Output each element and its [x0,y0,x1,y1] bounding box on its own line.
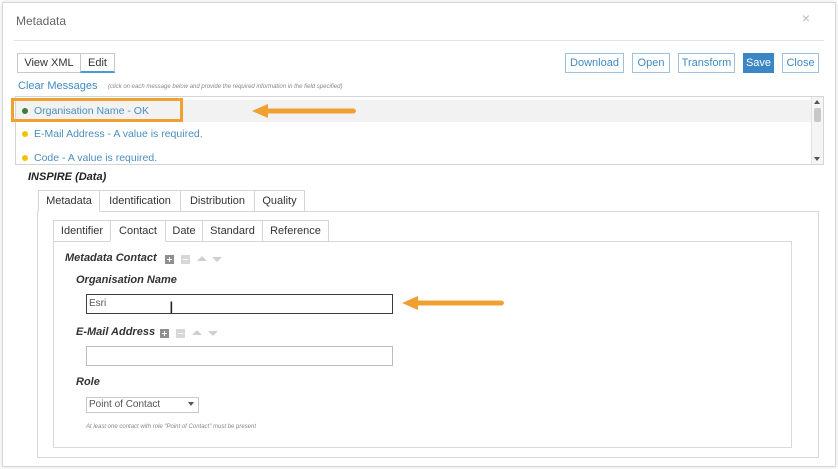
edit-button[interactable]: Edit [80,53,115,73]
subtab-reference[interactable]: Reference [262,220,329,242]
text-cursor-icon: Ⅰ [169,298,174,317]
role-select-value: Point of Contact [89,399,161,410]
minus-icon[interactable] [181,255,190,264]
highlight-box [11,98,183,122]
move-down-icon[interactable] [212,257,222,262]
download-button[interactable]: Download [565,53,624,73]
title-divider [14,40,824,41]
organisation-name-label: Organisation Name [76,274,177,286]
tab-distribution[interactable]: Distribution [180,190,255,212]
scroll-thumb[interactable] [814,108,821,122]
role-select[interactable]: Point of Contact [86,397,199,413]
subtab-panel [53,241,792,448]
subtab-standard[interactable]: Standard [202,220,263,242]
scroll-up-icon[interactable] [814,100,820,104]
plus-icon[interactable] [165,255,174,264]
view-xml-button[interactable]: View XML [17,53,81,73]
message-item[interactable]: Code - A value is required. [16,147,811,164]
status-dot-icon [22,155,28,162]
transform-button[interactable]: Transform [678,53,735,73]
metadata-contact-label: Metadata Contact [65,252,157,264]
arrow-icon [252,104,356,118]
message-text: E-Mail Address - A value is required. [34,128,203,140]
move-up-icon[interactable] [192,330,202,335]
role-label: Role [76,376,100,388]
messages-scrollbar[interactable] [811,97,823,164]
save-button[interactable]: Save [743,53,774,73]
move-down-icon[interactable] [208,331,218,336]
messages-hint: (click on each message below and provide… [108,84,343,90]
subtab-identifier[interactable]: Identifier [53,220,111,242]
subtab-date[interactable]: Date [165,220,203,242]
arrow-icon [402,296,504,310]
minus-icon[interactable] [176,329,185,338]
status-dot-icon [22,131,28,138]
role-note: At least one contact with role "Point of… [86,424,257,430]
message-text: Code - A value is required. [34,152,158,164]
open-button[interactable]: Open [632,53,670,73]
section-title: INSPIRE (Data) [28,171,107,183]
email-address-label: E-Mail Address [76,326,156,338]
move-up-icon[interactable] [197,256,207,261]
organisation-name-input[interactable]: Esri [86,294,393,314]
tab-metadata[interactable]: Metadata [38,190,100,212]
email-address-input[interactable] [86,346,393,366]
scroll-down-icon[interactable] [814,157,820,161]
message-item[interactable]: E-Mail Address - A value is required. [16,123,811,145]
tab-identification[interactable]: Identification [99,190,181,212]
tab-quality[interactable]: Quality [254,190,305,212]
subtab-contact[interactable]: Contact [110,220,166,242]
dialog-title: Metadata [16,14,67,28]
close-button[interactable]: Close [782,53,819,73]
clear-messages-link[interactable]: Clear Messages [18,80,97,92]
plus-icon[interactable] [160,329,169,338]
close-icon[interactable]: × [802,10,810,26]
chevron-down-icon [188,402,194,406]
